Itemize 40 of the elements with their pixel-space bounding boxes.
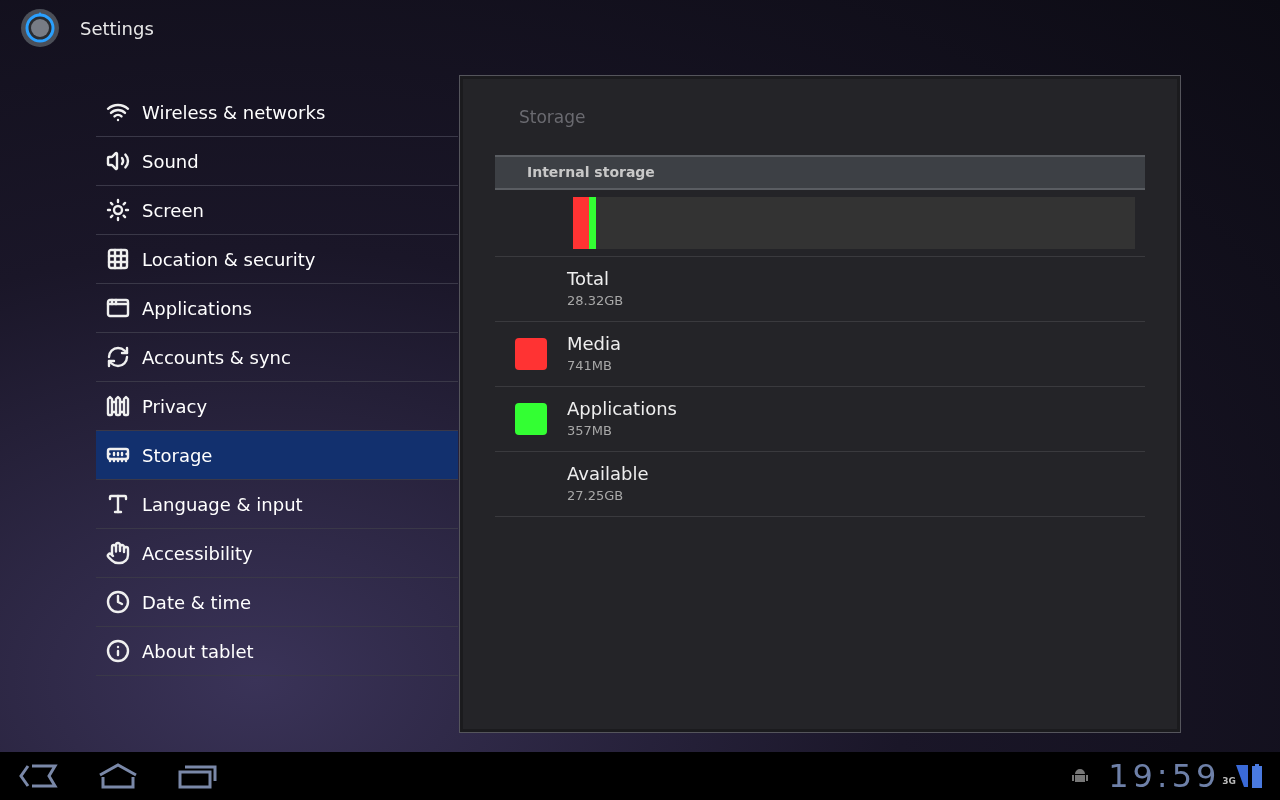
- panel-title: Storage: [518, 106, 587, 129]
- signal-icon: [1236, 765, 1248, 787]
- section-header: Internal storage: [495, 154, 1145, 190]
- letter-icon: [106, 492, 130, 516]
- fence-icon: [106, 394, 130, 418]
- clock-time: 19:59: [1108, 760, 1221, 792]
- sun-icon: [106, 198, 130, 222]
- sidebar-item[interactable]: Accessibility: [96, 529, 458, 578]
- battery-icon: [1252, 764, 1262, 788]
- sidebar-item[interactable]: Applications: [96, 284, 458, 333]
- sidebar-item[interactable]: Date & time: [96, 578, 458, 627]
- entry-name: Media: [567, 331, 622, 356]
- entry-value: 741MB: [567, 356, 613, 375]
- entry-value: 27.25GB: [567, 486, 625, 505]
- entry-value: 357MB: [567, 421, 613, 440]
- network-type: 3G: [1222, 774, 1236, 788]
- settings-app-icon[interactable]: [20, 8, 60, 48]
- sidebar-item[interactable]: Accounts & sync: [96, 333, 458, 382]
- recent-apps-icon[interactable]: [178, 763, 218, 789]
- entry-value: 28.32GB: [567, 291, 624, 310]
- app-title: Settings: [80, 16, 154, 41]
- hand-icon: [106, 541, 130, 565]
- sidebar-item[interactable]: Language & input: [96, 480, 458, 529]
- sidebar-item[interactable]: Sound: [96, 137, 458, 186]
- back-icon[interactable]: [18, 763, 58, 789]
- sidebar-item[interactable]: Screen: [96, 186, 458, 235]
- sync-icon: [106, 345, 130, 369]
- clock-icon: [106, 590, 130, 614]
- info-icon: [106, 639, 130, 663]
- home-icon[interactable]: [98, 763, 138, 789]
- entry-name: Applications: [567, 396, 677, 421]
- entry-name: Available: [567, 461, 649, 486]
- entry-name: Total: [567, 266, 611, 291]
- sidebar-item[interactable]: About tablet: [96, 627, 458, 676]
- sidebar-item[interactable]: Wireless & networks: [96, 88, 458, 137]
- sidebar-item[interactable]: Storage: [96, 431, 458, 480]
- speaker-icon: [106, 149, 130, 173]
- app-window-icon: [106, 296, 130, 320]
- sidebar-item[interactable]: Location & security: [96, 235, 458, 284]
- grid-icon: [106, 247, 130, 271]
